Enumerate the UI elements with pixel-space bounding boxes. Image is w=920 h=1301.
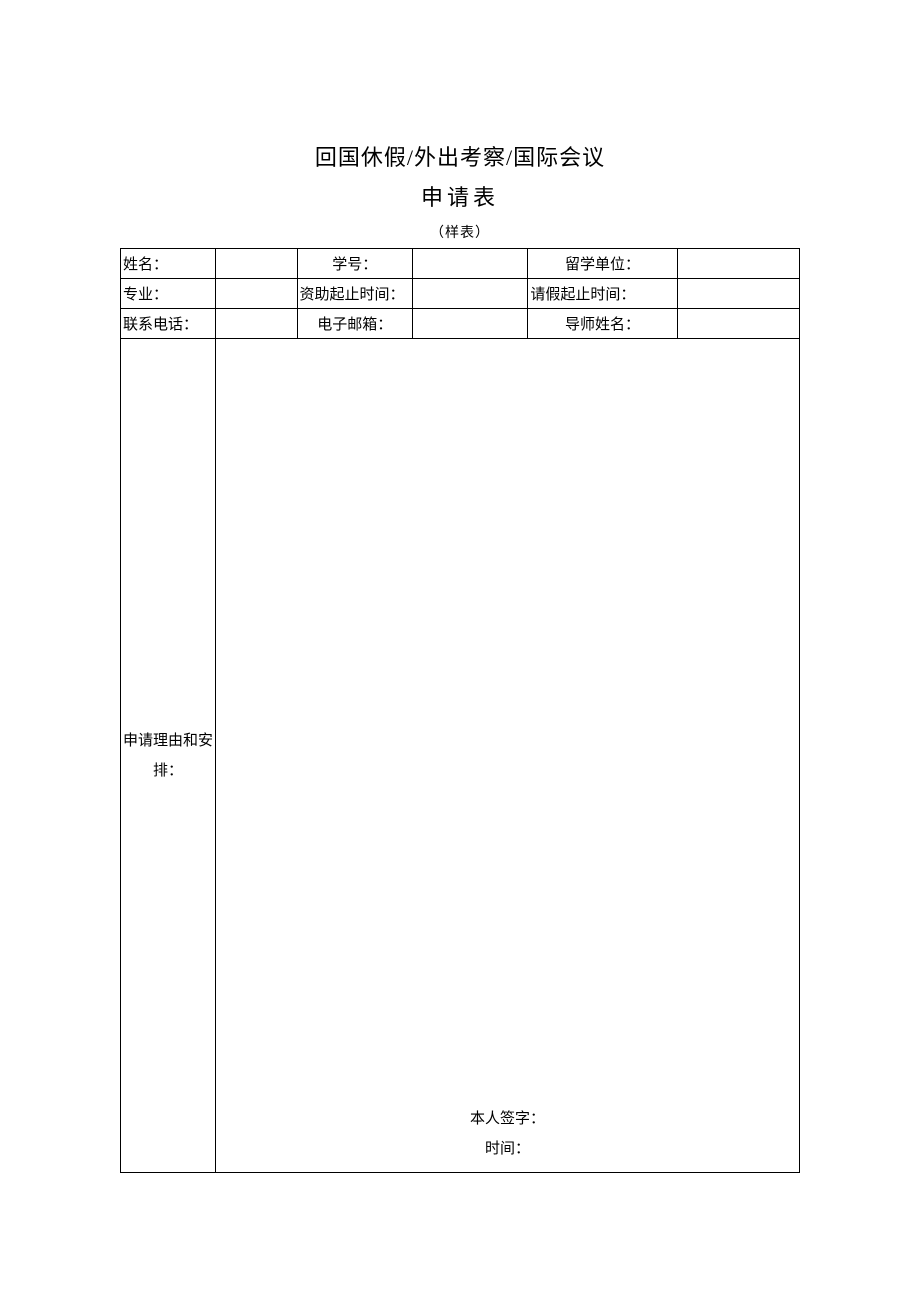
- table-row: 申请理由和安排： 本人签字： 时间：: [121, 339, 800, 1173]
- date-label: 时间：: [216, 1134, 799, 1164]
- funding-period-label: 资助起止时间：: [297, 279, 412, 309]
- signature-label: 本人签字：: [216, 1104, 799, 1134]
- reason-label: 申请理由和安排：: [121, 339, 216, 1173]
- table-row: 姓名： 学号： 留学单位：: [121, 249, 800, 279]
- page-subtitle: （样表）: [120, 222, 800, 242]
- advisor-field[interactable]: [677, 309, 799, 339]
- leave-period-label: 请假起止时间：: [528, 279, 677, 309]
- phone-field[interactable]: [216, 309, 297, 339]
- major-field[interactable]: [216, 279, 297, 309]
- name-field[interactable]: [216, 249, 297, 279]
- phone-label: 联系电话：: [121, 309, 216, 339]
- email-field[interactable]: [412, 309, 527, 339]
- study-unit-label: 留学单位：: [528, 249, 677, 279]
- application-form-table: 姓名： 学号： 留学单位： 专业： 资助起止时间： 请假起止时间： 联系电话： …: [120, 248, 800, 1173]
- table-row: 专业： 资助起止时间： 请假起止时间：: [121, 279, 800, 309]
- page-title-line2: 申请表: [120, 180, 800, 212]
- student-id-field[interactable]: [412, 249, 527, 279]
- table-row: 联系电话： 电子邮箱： 导师姓名：: [121, 309, 800, 339]
- major-label: 专业：: [121, 279, 216, 309]
- page-title-line1: 回国休假/外出考察/国际会议: [120, 140, 800, 172]
- leave-period-field[interactable]: [677, 279, 799, 309]
- study-unit-field[interactable]: [677, 249, 799, 279]
- signature-block: 本人签字： 时间：: [216, 1104, 799, 1164]
- page-container: 回国休假/外出考察/国际会议 申请表 （样表） 姓名： 学号： 留学单位： 专业…: [0, 0, 920, 1173]
- email-label: 电子邮箱：: [297, 309, 412, 339]
- advisor-label: 导师姓名：: [528, 309, 677, 339]
- name-label: 姓名：: [121, 249, 216, 279]
- student-id-label: 学号：: [297, 249, 412, 279]
- reason-content-cell[interactable]: 本人签字： 时间：: [216, 339, 800, 1173]
- funding-period-field[interactable]: [412, 279, 527, 309]
